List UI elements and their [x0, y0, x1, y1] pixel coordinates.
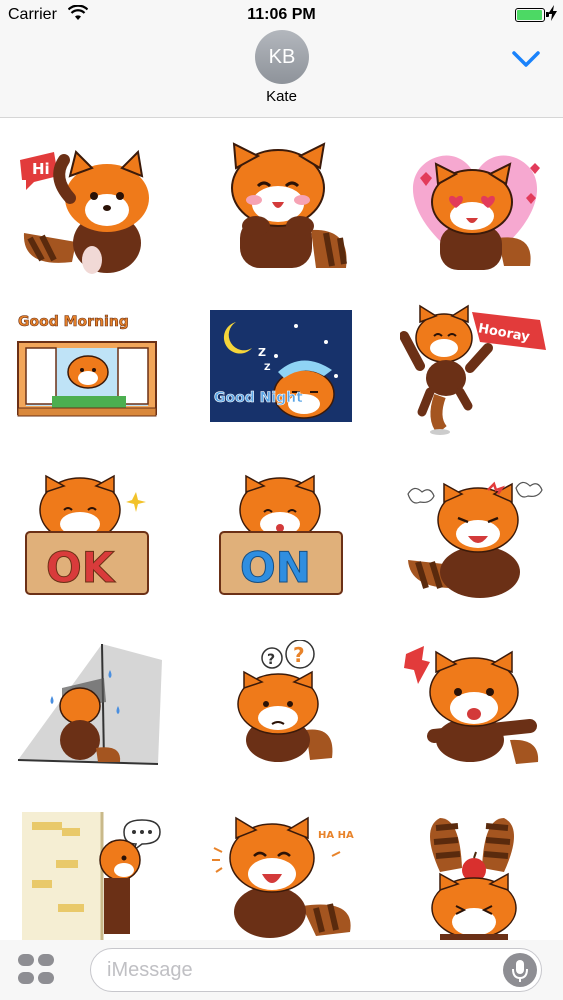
- sticker-caption: ON: [240, 543, 311, 592]
- bolt-icon: [548, 5, 557, 21]
- sticker-apple-balance[interactable]: [400, 808, 550, 948]
- sticker-good-night-sleepy[interactable]: Z Z Good Night: [206, 296, 356, 436]
- sticker-caption: Good Morning: [18, 314, 129, 330]
- message-input-bar: [0, 940, 563, 1000]
- sticker-hooray-jump[interactable]: Hooray: [399, 296, 550, 436]
- imessage-input[interactable]: [107, 949, 487, 991]
- status-bar: Carrier 11:06 PM: [0, 0, 563, 30]
- sticker-good-morning-window[interactable]: Good Morning: [12, 296, 162, 436]
- svg-text:Z: Z: [258, 346, 266, 359]
- sticker-heart-eyes[interactable]: [400, 138, 550, 278]
- sticker-angry-fume[interactable]: [400, 470, 550, 610]
- sticker-caption: Good Night: [214, 390, 303, 406]
- sticker-confused-question[interactable]: ? ?: [206, 639, 356, 780]
- sticker-happy-cheeks[interactable]: [206, 138, 356, 278]
- avatar[interactable]: KB: [255, 30, 309, 84]
- contact-name[interactable]: Kate: [0, 88, 563, 105]
- sticker-laughing-haha[interactable]: HA HA: [206, 808, 356, 948]
- sticker-grid: Hi Good Morning Z Z Good Night Hooray OK…: [0, 120, 563, 948]
- sticker-gloomy-corner[interactable]: [12, 640, 162, 780]
- microphone-icon[interactable]: [503, 953, 537, 987]
- apps-icon[interactable]: [18, 954, 58, 986]
- chevron-down-icon[interactable]: [511, 48, 541, 70]
- sticker-shocked-point[interactable]: [400, 640, 550, 780]
- sticker-peek-wall[interactable]: [12, 808, 162, 948]
- battery-level-fill: [517, 10, 543, 20]
- svg-text:Z: Z: [264, 363, 271, 373]
- conversation-header: KB Kate: [0, 30, 563, 118]
- imessage-sticker-screen: Carrier 11:06 PM KB Kate Hi Good Morning…: [0, 0, 563, 1000]
- svg-text:?: ?: [267, 652, 275, 668]
- sticker-ok-sign[interactable]: OK: [12, 470, 162, 610]
- sticker-caption: HA HA: [318, 830, 354, 841]
- battery-icon: [515, 8, 549, 22]
- svg-text:?: ?: [293, 643, 305, 667]
- sticker-caption: OK: [46, 543, 116, 592]
- sticker-caption: Hi: [32, 160, 50, 178]
- message-field[interactable]: [90, 948, 542, 992]
- sticker-hi-wave[interactable]: Hi: [12, 138, 162, 278]
- clock: 11:06 PM: [247, 6, 316, 23]
- sticker-on-sign[interactable]: ON: [206, 470, 356, 610]
